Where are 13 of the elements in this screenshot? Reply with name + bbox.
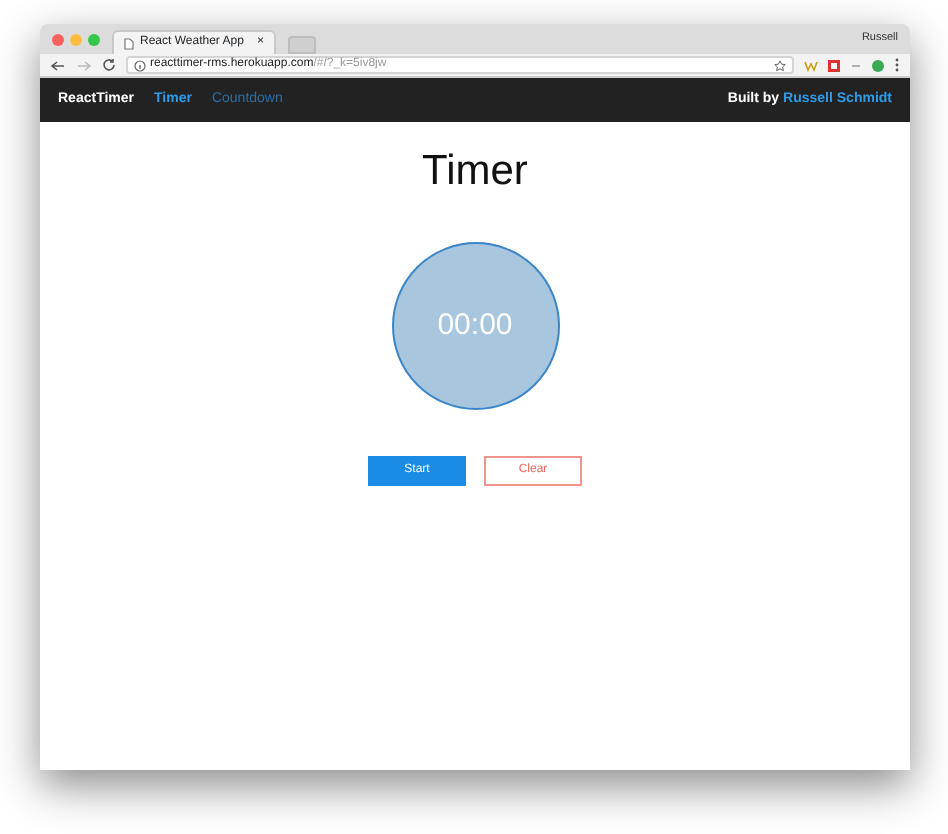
minimize-light[interactable] [70,33,82,45]
new-tab-button[interactable] [288,36,316,54]
reload-icon[interactable] [102,58,116,72]
zoom-light[interactable] [88,33,100,45]
menu-icon[interactable] [894,58,900,72]
forward-icon[interactable] [76,59,92,71]
close-light[interactable] [52,33,64,45]
page-title: Timer [422,146,528,197]
back-icon[interactable] [50,59,66,71]
info-icon [134,59,146,71]
star-icon[interactable] [774,59,786,71]
timer-clock: 00:00 [391,242,559,411]
page-icon [124,37,134,49]
